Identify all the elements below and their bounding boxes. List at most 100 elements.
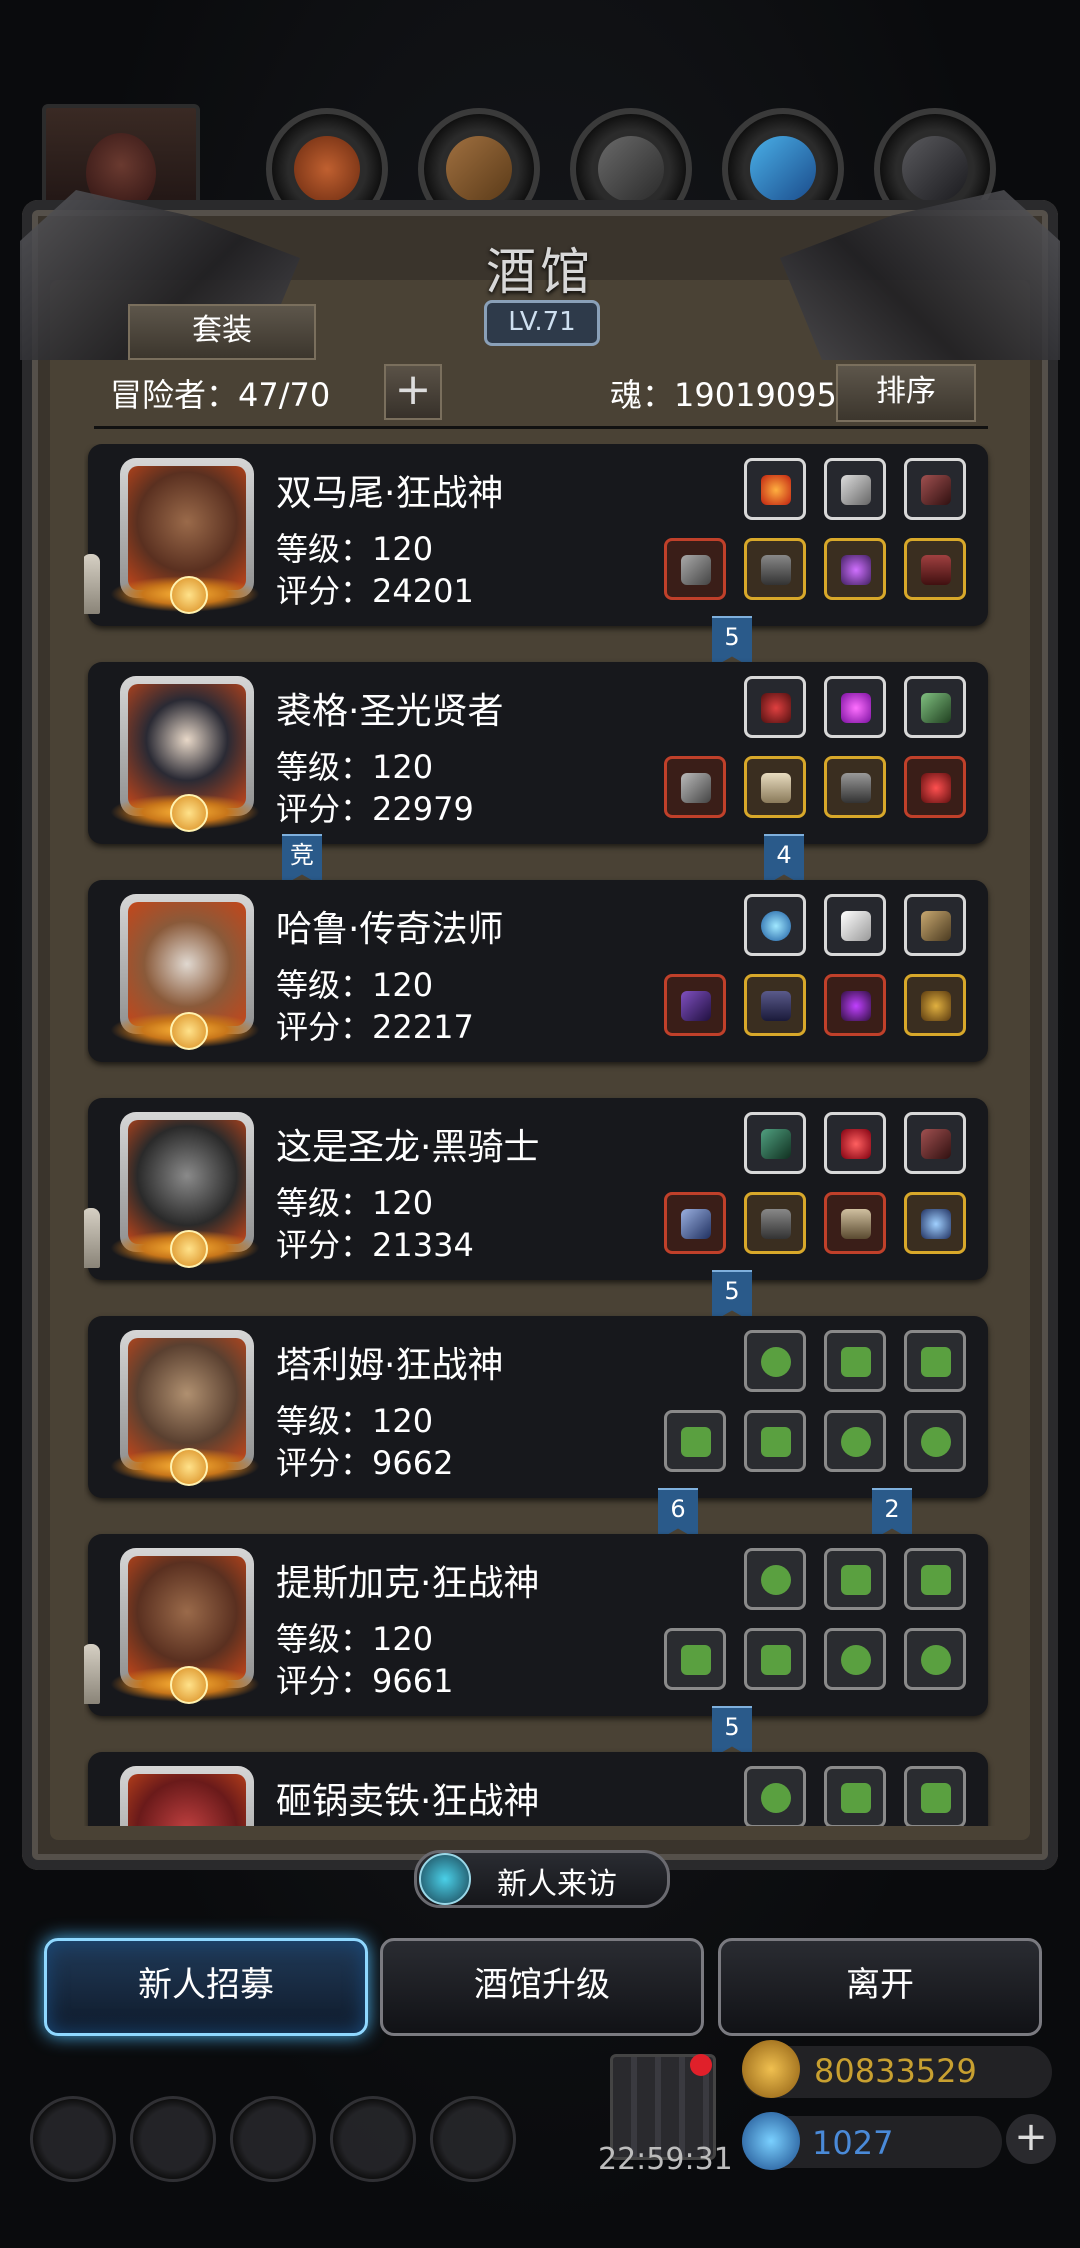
arena-ribbon: 竞 [282,834,322,886]
empty-slot-plus-icon[interactable] [744,1330,806,1392]
hero-card[interactable]: 砸锅卖铁·狂战神 [88,1752,988,1826]
upgrade-ribbon: 5 [712,1706,752,1758]
equip-slot-amulet-icon[interactable] [744,676,806,738]
empty-slot-plus-icon[interactable] [664,1628,726,1690]
add-gems-button[interactable]: + [1006,2114,1056,2164]
hero-score: 评分：22979 [276,790,474,828]
empty-slot-plus-icon[interactable] [744,1548,806,1610]
upgrade-ribbon: 4 [764,834,804,886]
hero-name: 裘格·圣光贤者 [276,691,504,732]
hero-level: 等级：120 [276,1184,434,1222]
hero-name: 砸锅卖铁·狂战神 [276,1781,540,1822]
mail-icon[interactable] [330,2096,416,2182]
empty-slot-plus-icon[interactable] [904,1330,966,1392]
hero-portrait[interactable] [120,1766,254,1826]
empty-slot-plus-icon[interactable] [904,1766,966,1826]
equip-slot-ring-icon[interactable] [904,974,966,1036]
empty-slot-plus-icon[interactable] [904,1410,966,1472]
settings-icon[interactable] [30,2096,116,2182]
recruit-button[interactable]: 新人招募 [44,1938,368,2036]
empty-slot-plus-icon[interactable] [904,1628,966,1690]
header-divider [94,426,988,429]
hero-name: 提斯加克·狂战神 [276,1563,540,1604]
hero-card[interactable]: 塔利姆·狂战神 等级：120 评分：9662 [88,1316,988,1498]
gift-timer: 22:59:31 [598,2142,733,2177]
empty-slot-plus-icon[interactable] [824,1628,886,1690]
equip-slot-orb-icon[interactable] [744,894,806,956]
hero-card[interactable]: 双马尾·狂战神 等级：120 评分：24201 [84,444,988,626]
equip-slot-armor-icon[interactable] [744,538,806,600]
equip-slot-wing-icon[interactable] [824,894,886,956]
leave-button[interactable]: 离开 [718,1938,1042,2036]
equip-slot-wand-icon[interactable] [904,894,966,956]
figure-icon [84,554,100,614]
equip-slot-fire-icon[interactable] [744,458,806,520]
hero-card[interactable]: 这是圣龙·黑骑士 等级：120 评分：21334 [84,1098,988,1280]
equip-slot-cloak-icon[interactable] [744,974,806,1036]
equip-slot-helmet-icon[interactable] [824,1192,886,1254]
empty-slot-plus-icon[interactable] [744,1766,806,1826]
upgrade-ribbon: 5 [712,616,752,668]
hero-score: 评分：9661 [276,1662,454,1700]
equip-slot-armor-icon[interactable] [744,1192,806,1254]
equip-slot-pendant-icon[interactable] [904,1192,966,1254]
hero-score: 评分：22217 [276,1008,474,1046]
equip-slot-gem-icon[interactable] [824,676,886,738]
quest-icon[interactable] [430,2096,516,2182]
empty-slot-plus-icon[interactable] [904,1548,966,1610]
star-rank-icon [110,794,260,832]
empty-slot-plus-icon[interactable] [744,1628,806,1690]
star-rank-icon [110,1448,260,1486]
empty-slot-plus-icon[interactable] [824,1410,886,1472]
equip-slot-ruby-icon[interactable] [824,1112,886,1174]
equip-slot-feather-icon[interactable] [904,1112,966,1174]
clock-icon [419,1853,471,1905]
hero-score: 评分：24201 [276,572,474,610]
panel-title: 酒馆 [486,243,594,301]
equip-slot-potion-icon[interactable] [904,756,966,818]
equip-slot-sword-icon[interactable] [664,1192,726,1254]
equip-slot-staff-icon[interactable] [664,974,726,1036]
hero-card[interactable]: 哈鲁·传奇法师 等级：120 评分：22217 [88,880,988,1062]
new-visitor-bar[interactable]: 新人来访 [414,1850,670,1908]
equip-slot-hammer-icon[interactable] [664,756,726,818]
equip-slot-boots-icon[interactable] [904,538,966,600]
equip-slot-helmet-icon[interactable] [824,538,886,600]
hero-level: 等级：120 [276,966,434,1004]
empty-slot-plus-icon[interactable] [824,1766,886,1826]
star-rank-icon [110,1012,260,1050]
gold-icon [742,2040,800,2098]
empty-slot-plus-icon[interactable] [824,1548,886,1610]
suit-button[interactable]: 套装 [128,304,316,360]
hero-list[interactable]: 双马尾·狂战神 等级：120 评分：24201 5 裘格·圣光贤者 等级：120… [84,444,996,1826]
hero-score: 评分：21334 [276,1226,474,1264]
guild-icon[interactable] [230,2096,316,2182]
tavern-level-badge: LV.71 [484,300,600,346]
hero-card[interactable]: 裘格·圣光贤者 等级：120 评分：22979 [88,662,988,844]
equip-slot-bracer-icon[interactable] [824,756,886,818]
upgrade-ribbon: 5 [712,1270,752,1322]
empty-slot-plus-icon[interactable] [744,1410,806,1472]
add-slot-button[interactable]: + [384,364,442,420]
upgrade-ribbon: 2 [872,1488,912,1540]
equip-slot-dagger-icon[interactable] [824,458,886,520]
figure-icon [84,1644,100,1704]
equip-slot-claw-icon[interactable] [744,1112,806,1174]
notification-dot [690,2054,712,2076]
equip-slot-leaf-icon[interactable] [904,676,966,738]
gem-amount: 1027 [812,2124,894,2162]
equip-slot-feather-icon[interactable] [904,458,966,520]
empty-slot-plus-icon[interactable] [824,1330,886,1392]
hero-card[interactable]: 提斯加克·狂战神 等级：120 评分：9661 [84,1534,988,1716]
hero-score: 评分：9662 [276,1444,454,1482]
hero-name: 哈鲁·传奇法师 [276,909,504,950]
equip-slot-axe-icon[interactable] [664,538,726,600]
sort-button[interactable]: 排序 [836,364,976,422]
hero-name: 塔利姆·狂战神 [276,1345,504,1386]
equip-slot-necklace-icon[interactable] [824,974,886,1036]
upgrade-tavern-button[interactable]: 酒馆升级 [380,1938,704,2036]
empty-slot-plus-icon[interactable] [664,1410,726,1472]
equip-slot-robe-icon[interactable] [744,756,806,818]
figure-icon [84,1208,100,1268]
achievement-icon[interactable] [130,2096,216,2182]
